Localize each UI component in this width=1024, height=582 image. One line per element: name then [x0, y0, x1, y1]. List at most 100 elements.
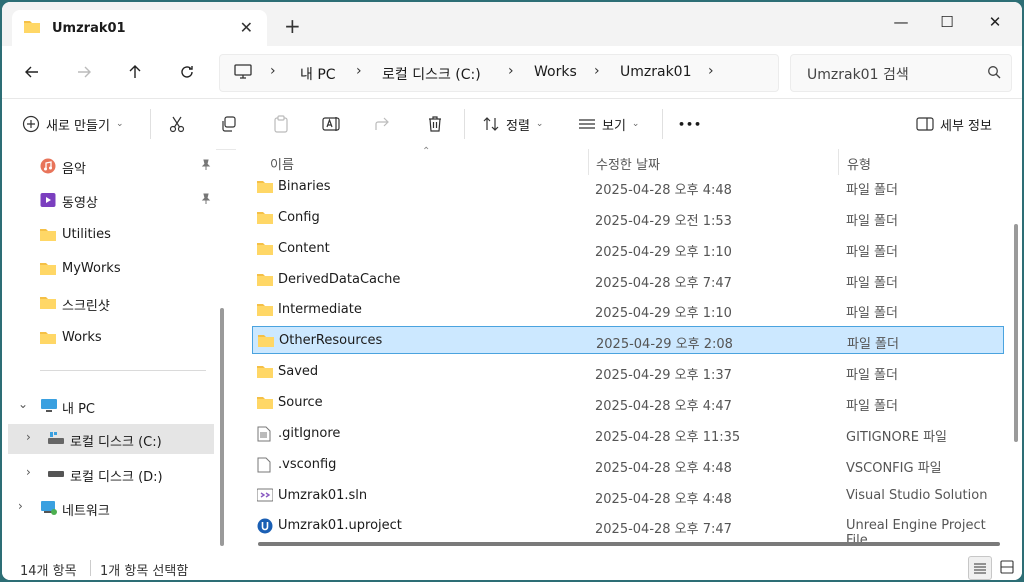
tab-title: Umzrak01	[52, 20, 126, 36]
file-date: 2025-04-28 오후 4:48	[595, 461, 732, 476]
drive-icon	[48, 466, 64, 484]
title-bar: Umzrak01 ✕ + — ☐ ✕	[2, 2, 1022, 46]
chevron-right-icon[interactable]: ›	[18, 499, 23, 513]
sidebar-item-my-pc[interactable]: ⌄ 내 PC	[8, 391, 214, 421]
network-icon	[40, 500, 58, 520]
breadcrumb-chevron-icon[interactable]: ›	[708, 63, 714, 79]
paste-button[interactable]	[272, 112, 290, 136]
delete-button[interactable]	[426, 112, 444, 136]
minimize-button[interactable]: —	[878, 8, 924, 36]
tab-umzrak01[interactable]: Umzrak01 ✕	[12, 10, 267, 46]
file-type: 파일 폴더	[847, 337, 899, 352]
thumbnail-view-button[interactable]	[996, 556, 1018, 578]
sidebar-item-local-disk-c[interactable]: › 로컬 디스크 (C:)	[8, 424, 214, 454]
table-row[interactable]: Intermediate 2025-04-29 오후 1:10 파일 폴더	[252, 296, 1004, 324]
unreal-icon	[257, 518, 273, 538]
breadcrumb-works[interactable]: Works	[534, 64, 577, 80]
view-button[interactable]: 보기 ⌄	[578, 112, 639, 136]
sort-button[interactable]: 정렬 ⌄	[482, 112, 543, 136]
file-name: Saved	[278, 364, 319, 379]
file-name: .gitIgnore	[278, 426, 341, 441]
sidebar-item-music[interactable]: 음악	[8, 151, 214, 181]
item-count: 14개 항목	[20, 564, 77, 579]
file-name: DerivedDataCache	[278, 272, 401, 287]
new-tab-button[interactable]: +	[284, 14, 301, 38]
table-row[interactable]: Config 2025-04-29 오전 1:53 파일 폴더	[252, 204, 1004, 232]
file-date: 2025-04-29 오후 1:10	[595, 306, 732, 321]
sidebar-item-label: Utilities	[62, 227, 111, 242]
table-row[interactable]: Source 2025-04-28 오후 4:47 파일 폴더	[252, 389, 1004, 417]
folder-icon	[40, 227, 56, 245]
file-type: 파일 폴더	[846, 399, 898, 414]
cut-button[interactable]	[168, 112, 186, 136]
maximize-button[interactable]: ☐	[924, 8, 970, 36]
forward-button[interactable]	[72, 60, 96, 84]
details-label: 세부 정보	[940, 118, 992, 134]
tab-close-icon[interactable]: ✕	[240, 18, 253, 37]
column-header-date[interactable]: 수정한 날짜	[596, 154, 660, 173]
new-button[interactable]: 새로 만들기 ⌄	[22, 112, 123, 136]
pin-icon	[200, 193, 212, 209]
table-row[interactable]: Umzrak01.uproject 2025-04-28 오후 7:47 Unr…	[252, 512, 1004, 548]
breadcrumb-chevron-icon[interactable]: ›	[356, 63, 362, 79]
sidebar-item-local-disk-d[interactable]: › 로컬 디스크 (D:)	[8, 459, 214, 489]
new-label: 새로 만들기	[46, 118, 110, 134]
sidebar-item-network[interactable]: › 네트워크	[8, 493, 214, 523]
forward-arrow-icon	[78, 66, 91, 78]
table-row[interactable]: Saved 2025-04-29 오후 1:37 파일 폴더	[252, 358, 1004, 386]
file-list-vertical-scrollbar[interactable]	[1014, 224, 1018, 442]
table-row[interactable]: .gitIgnore 2025-04-28 오후 11:35 GITIGNORE…	[252, 420, 1004, 448]
more-options-button[interactable]: •••	[678, 112, 702, 136]
file-type: 파일 폴더	[846, 214, 898, 229]
thumbnail-view-icon	[1000, 560, 1014, 574]
divider	[464, 109, 465, 139]
back-button[interactable]	[20, 60, 44, 84]
column-header-type[interactable]: 유형	[847, 154, 871, 173]
column-divider[interactable]	[838, 149, 839, 175]
sidebar-item-screenshots[interactable]: 스크린샷	[8, 288, 214, 318]
chevron-right-icon[interactable]: ›	[26, 430, 31, 444]
rename-button[interactable]	[322, 112, 342, 136]
table-row[interactable]: DerivedDataCache 2025-04-28 오후 7:47 파일 폴…	[252, 266, 1004, 294]
copy-button[interactable]	[220, 112, 238, 136]
sidebar-item-utilities[interactable]: Utilities	[8, 220, 214, 250]
share-icon	[375, 117, 389, 130]
sidebar-item-myworks[interactable]: MyWorks	[8, 254, 214, 284]
up-button[interactable]	[123, 60, 147, 84]
sidebar-scrollbar[interactable]	[220, 308, 224, 546]
sidebar-item-label: 네트워크	[62, 504, 110, 519]
breadcrumb-chevron-icon[interactable]: ›	[594, 63, 600, 79]
details-view-button[interactable]	[968, 556, 992, 580]
close-button[interactable]: ✕	[972, 8, 1018, 36]
sort-icon	[483, 117, 499, 131]
sidebar-item-videos[interactable]: 동영상	[8, 185, 214, 215]
file-list-horizontal-scrollbar[interactable]	[258, 542, 1000, 546]
share-button[interactable]	[374, 112, 392, 136]
music-icon	[40, 158, 56, 178]
table-row[interactable]: Binaries 2025-04-28 오후 4:48 파일 폴더	[252, 173, 1004, 201]
folder-icon	[257, 179, 273, 197]
table-row[interactable]: Umzrak01.sln 2025-04-28 오후 4:48 Visual S…	[252, 482, 1004, 510]
column-header-name[interactable]: 이름	[270, 154, 294, 173]
sidebar-item-works[interactable]: Works	[8, 323, 214, 353]
breadcrumb-chevron-icon[interactable]: ›	[508, 63, 514, 79]
refresh-button[interactable]	[175, 60, 199, 84]
search-box[interactable]: Umzrak01 검색	[790, 54, 1012, 92]
file-name: Umzrak01.uproject	[278, 518, 402, 533]
address-bar[interactable]: › 내 PC › 로컬 디스크 (C:) › Works › Umzrak01 …	[219, 54, 779, 92]
folder-icon	[40, 330, 56, 348]
details-pane-button[interactable]: 세부 정보	[916, 112, 992, 136]
sidebar-item-label: Works	[62, 330, 102, 345]
column-divider[interactable]	[588, 149, 589, 175]
chevron-down-icon[interactable]: ⌄	[18, 397, 28, 411]
breadcrumb-my-pc[interactable]: 내 PC	[300, 64, 336, 84]
divider	[90, 560, 91, 576]
chevron-right-icon[interactable]: ›	[26, 465, 31, 479]
breadcrumb-local-disk-c[interactable]: 로컬 디스크 (C:)	[382, 64, 481, 84]
up-arrow-icon	[129, 65, 141, 78]
breadcrumb-umzrak01[interactable]: Umzrak01	[620, 64, 692, 80]
breadcrumb-chevron-icon[interactable]: ›	[270, 63, 276, 79]
table-row[interactable]: Content 2025-04-29 오후 1:10 파일 폴더	[252, 235, 1004, 263]
table-row-selected[interactable]: OtherResources 2025-04-29 오후 2:08 파일 폴더	[252, 326, 1004, 354]
table-row[interactable]: .vsconfig 2025-04-28 오후 4:48 VSCONFIG 파일	[252, 451, 1004, 479]
